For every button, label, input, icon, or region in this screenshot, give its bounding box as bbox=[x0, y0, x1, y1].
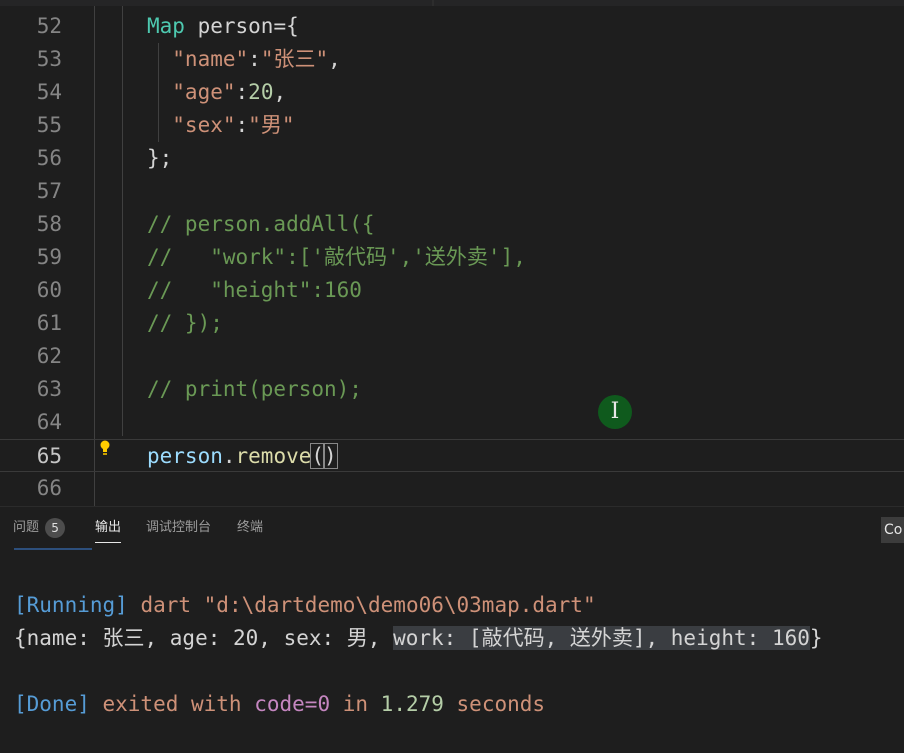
previous-output-fragment bbox=[14, 548, 92, 550]
line-number: 60 bbox=[36, 278, 62, 302]
done-code: code=0 bbox=[254, 692, 331, 716]
tab-debug-console-label: 调试控制台 bbox=[146, 520, 212, 535]
line-number: 63 bbox=[36, 377, 62, 401]
line-number: 53 bbox=[36, 47, 62, 71]
code-token: // person.addAll({ bbox=[147, 212, 375, 236]
result-close-brace: } bbox=[809, 626, 823, 650]
line-code[interactable]: "name":"张三", bbox=[147, 43, 341, 76]
line-number: 55 bbox=[36, 113, 62, 137]
code-line[interactable]: 61 // }); bbox=[0, 307, 904, 340]
line-number: 56 bbox=[36, 146, 62, 170]
lightbulb-icon[interactable] bbox=[98, 439, 112, 457]
running-command: dart "d:\dartdemo\demo06\03map.dart" bbox=[127, 593, 596, 617]
line-number: 64 bbox=[36, 410, 62, 434]
tab-terminal[interactable]: 终端 bbox=[237, 507, 263, 549]
line-number: 61 bbox=[36, 311, 62, 335]
code-line[interactable]: 62 bbox=[0, 340, 904, 373]
line-code[interactable]: // "work":['敲代码','送外卖'], bbox=[147, 241, 526, 274]
code-token: "男" bbox=[248, 113, 295, 137]
code-token: . bbox=[222, 444, 236, 468]
code-line[interactable]: 52 Map person={ bbox=[0, 10, 904, 43]
line-code[interactable]: // "height":160 bbox=[147, 274, 362, 307]
line-code[interactable]: "age":20, bbox=[147, 76, 286, 109]
code-token: ) bbox=[323, 443, 338, 469]
tab-terminal-label: 终端 bbox=[237, 520, 264, 535]
code-line[interactable]: 63 // print(person); bbox=[0, 373, 904, 406]
line-code[interactable]: Map person={ bbox=[147, 10, 299, 43]
line-code[interactable]: }; bbox=[147, 142, 172, 175]
done-in: in bbox=[330, 692, 381, 716]
code-line[interactable]: 60 // "height":160 bbox=[0, 274, 904, 307]
result-selected-text: work: [敲代码, 送外卖], height: 160 bbox=[393, 626, 810, 650]
code-token: 20 bbox=[248, 80, 274, 104]
line-code[interactable]: "sex":"男" bbox=[147, 109, 294, 142]
line-number: 54 bbox=[36, 80, 62, 104]
code-token: : bbox=[235, 113, 249, 137]
tab-output-label: 输出 bbox=[95, 520, 122, 535]
mouse-cursor-highlight: I bbox=[598, 395, 632, 429]
editor-top-edge bbox=[0, 0, 904, 6]
code-line[interactable]: 55 "sex":"男" bbox=[0, 109, 904, 142]
code-token: person bbox=[147, 444, 223, 468]
line-number: 57 bbox=[36, 179, 62, 203]
line-code[interactable]: // print(person); bbox=[147, 373, 362, 406]
code-line[interactable]: 64 bbox=[0, 406, 904, 439]
code-line[interactable]: 53 "name":"张三", bbox=[0, 43, 904, 76]
line-number: 66 bbox=[36, 476, 62, 500]
code-line[interactable]: 56}; bbox=[0, 142, 904, 175]
tab-debug-console[interactable]: 调试控制台 bbox=[146, 507, 211, 549]
output-channel-select[interactable]: Co bbox=[881, 517, 904, 543]
code-token: // }); bbox=[147, 311, 223, 335]
line-code[interactable]: person.remove() bbox=[147, 440, 338, 473]
panel-tab-bar: 问题 5 输出 调试控制台 终端 Co bbox=[0, 506, 904, 549]
code-line[interactable]: 65 person.remove() bbox=[0, 439, 904, 472]
line-number: 62 bbox=[36, 344, 62, 368]
output-done-line: [Done] exited with code=0 in 1.279 secon… bbox=[14, 688, 545, 721]
output-result-line: {name: 张三, age: 20, sex: 男, work: [敲代码, … bbox=[14, 622, 823, 655]
result-text: {name: 张三, age: 20, sex: 男, bbox=[14, 626, 394, 650]
code-token: "sex" bbox=[147, 113, 236, 137]
problems-count-badge: 5 bbox=[45, 517, 66, 538]
code-token: : bbox=[235, 80, 249, 104]
code-token: Map bbox=[147, 14, 185, 38]
code-line[interactable]: 54 "age":20, bbox=[0, 76, 904, 109]
code-line[interactable]: 66 bbox=[0, 472, 904, 505]
code-line[interactable]: 59 // "work":['敲代码','送外卖'], bbox=[0, 241, 904, 274]
code-token: , bbox=[328, 47, 341, 71]
code-token: remove bbox=[235, 444, 312, 468]
line-number: 65 bbox=[36, 444, 62, 468]
done-seconds: seconds bbox=[443, 692, 546, 716]
done-tag: [Done] bbox=[14, 692, 90, 716]
code-token: "张三" bbox=[260, 47, 329, 71]
code-token: // print(person); bbox=[147, 377, 362, 401]
line-number: 59 bbox=[36, 245, 62, 269]
code-token: "name" bbox=[147, 47, 249, 71]
code-line[interactable]: 58 // person.addAll({ bbox=[0, 208, 904, 241]
done-exited: exited with bbox=[89, 692, 255, 716]
running-tag: [Running] bbox=[14, 593, 128, 617]
code-token: person={ bbox=[184, 14, 299, 38]
output-running-line: [Running] dart "d:\dartdemo\demo06\03map… bbox=[14, 589, 596, 622]
code-line[interactable]: 57 bbox=[0, 175, 904, 208]
tab-problems-label: 问题 bbox=[13, 520, 40, 535]
done-time: 1.279 bbox=[380, 692, 444, 716]
code-token: // "work":['敲代码','送外卖'], bbox=[147, 245, 526, 269]
line-code[interactable]: // person.addAll({ bbox=[147, 208, 375, 241]
code-token: , bbox=[273, 80, 287, 104]
line-number: 58 bbox=[36, 212, 62, 236]
code-token: : bbox=[248, 47, 261, 71]
line-code[interactable]: // }); bbox=[147, 307, 223, 340]
line-number: 52 bbox=[36, 14, 62, 38]
code-token: // "height":160 bbox=[147, 278, 362, 302]
tab-output[interactable]: 输出 bbox=[95, 507, 122, 549]
code-token: "age" bbox=[147, 80, 236, 104]
code-editor[interactable]: 52 Map person={53 "name":"张三", 54 "age":20… bbox=[0, 0, 904, 506]
tab-problems[interactable]: 问题 5 bbox=[13, 507, 66, 549]
code-token: }; bbox=[147, 146, 173, 170]
output-panel[interactable]: [Running] dart "d:\dartdemo\demo06\03map… bbox=[0, 548, 904, 753]
